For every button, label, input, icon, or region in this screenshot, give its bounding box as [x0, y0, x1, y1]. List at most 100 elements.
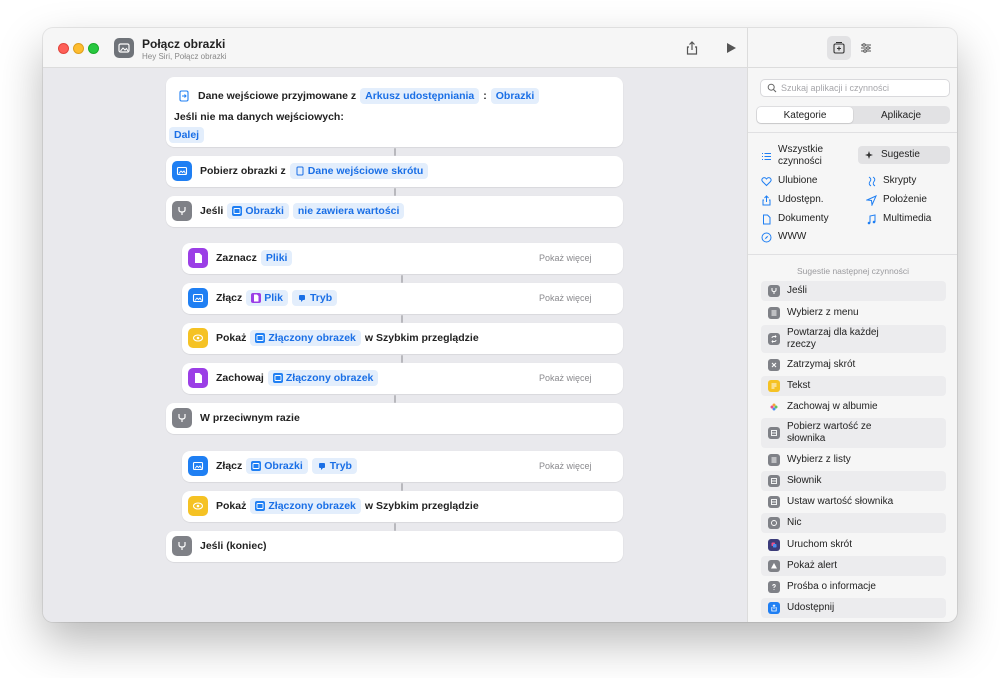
suggestion-set-dictionary-value[interactable]: Ustaw wartość słownika [761, 492, 946, 512]
action-connector [394, 148, 396, 156]
shortcut-input-action[interactable]: Dane wejściowe przyjmowane z Arkusz udos… [166, 77, 623, 147]
suggestion-label: Zachowaj w albumie [787, 401, 878, 412]
nothing-icon [768, 517, 780, 529]
suggestion-run-shortcut[interactable]: Uruchom skrót [761, 535, 946, 555]
quick-look-action[interactable]: Pokaż Złączony obrazek w Szybkim przeglą… [182, 323, 623, 354]
segment-categories[interactable]: Kategorie [757, 107, 853, 123]
suggestion-share[interactable]: Udostępnij [761, 598, 946, 618]
suggestion-ask-for-input[interactable]: Prośba o informacje [761, 577, 946, 597]
category-segmented-control[interactable]: Kategorie Aplikacje [756, 106, 950, 124]
if-condition-token[interactable]: nie zawiera wartości [292, 203, 405, 219]
compass-icon [761, 232, 772, 242]
merge-file-token[interactable]: Plik [246, 290, 288, 306]
category-label: Ulubione [778, 175, 818, 186]
details-tab[interactable] [854, 36, 878, 60]
shortcuts-icon [768, 539, 780, 551]
music-icon [867, 213, 876, 224]
suggestion-repeat-each[interactable]: Powtarzaj dla każdej rzeczy [761, 325, 946, 353]
suggestion-label: Prośba o informacje [787, 581, 876, 592]
if-images-token[interactable]: Obrazki [227, 203, 289, 219]
merge-images-action[interactable]: Złącz Plik Tryb Pokaż więcej [182, 283, 623, 314]
suggestion-dictionary[interactable]: Słownik [761, 471, 946, 491]
segment-apps[interactable]: Aplikacje [853, 107, 949, 123]
suggestion-label: Nic [787, 517, 802, 528]
select-files-action[interactable]: Zaznacz Pliki Pokaż więcej [182, 243, 623, 274]
merge-images-token[interactable]: Obrazki [246, 458, 308, 474]
category-all-actions[interactable]: Wszystkie czynności [761, 144, 848, 168]
get-images-action[interactable]: Pobierz obrazki z Dane wejściowe skrótu [166, 156, 623, 187]
document-icon [188, 368, 208, 388]
show-more-link[interactable]: Pokaż więcej [539, 293, 592, 303]
suggestion-text[interactable]: Tekst [761, 376, 946, 396]
suggestion-get-dictionary-value[interactable]: Pobierz wartość ze słownika [761, 418, 946, 448]
branch-icon [172, 201, 192, 221]
zoom-button[interactable] [88, 43, 99, 54]
suggestion-show-alert[interactable]: Pokaż alert [761, 556, 946, 576]
category-label: Udostępn. [778, 194, 824, 205]
minimize-button[interactable] [73, 43, 84, 54]
category-suggestions[interactable]: Sugestie [858, 146, 950, 164]
menu-icon [768, 307, 780, 319]
input-source-token[interactable]: Arkusz udostępniania [360, 88, 480, 104]
suggestion-choose-from-menu[interactable]: Wybierz z menu [761, 303, 946, 323]
close-button[interactable] [58, 43, 69, 54]
merge-mode-token[interactable]: Tryb [311, 458, 357, 474]
merged-image-token[interactable]: Złączony obrazek [250, 498, 361, 514]
suggestion-label: Ustaw wartość słownika [787, 496, 894, 507]
end-if-action[interactable]: Jeśli (koniec) [166, 531, 623, 562]
search-input[interactable] [781, 83, 946, 93]
window-title: Połącz obrazki [142, 37, 226, 51]
merge-mode-token[interactable]: Tryb [291, 290, 338, 306]
merged-image-token[interactable]: Złączony obrazek [250, 330, 361, 346]
if-none-action-token[interactable]: Dalej [169, 127, 205, 143]
shortcut-input-token[interactable]: Dane wejściowe skrótu [289, 163, 429, 179]
list-icon [768, 454, 780, 466]
text-icon [768, 380, 780, 392]
suggestion-choose-from-list[interactable]: Wybierz z listy [761, 450, 946, 470]
question-icon [768, 581, 780, 593]
show-more-link[interactable]: Pokaż więcej [539, 461, 592, 471]
otherwise-action[interactable]: W przeciwnym razie [166, 403, 623, 434]
sliders-icon [861, 43, 871, 53]
show-label: Pokaż [216, 332, 247, 344]
run-button[interactable] [722, 39, 740, 57]
category-documents[interactable]: Dokumenty [761, 213, 829, 225]
action-library-tab[interactable] [827, 36, 851, 60]
save-file-action[interactable]: Zachowaj Złączony obrazek Pokaż więcej [182, 363, 623, 394]
input-label: Dane wejściowe przyjmowane z [198, 90, 357, 102]
suggestion-save-to-album[interactable]: Zachowaj w albumie [761, 397, 946, 417]
shortcut-image-icon[interactable] [114, 38, 134, 58]
suggestion-if[interactable]: Jeśli [761, 281, 946, 301]
suggestion-nothing[interactable]: Nic [761, 513, 946, 533]
category-location[interactable]: Położenie [866, 194, 927, 206]
select-files-token[interactable]: Pliki [260, 250, 293, 266]
category-favorites[interactable]: Ulubione [761, 175, 817, 187]
merged-image-token[interactable]: Złączony obrazek [267, 370, 379, 386]
category-web[interactable]: WWW [761, 231, 806, 243]
if-action[interactable]: Jeśli Obrazki nie zawiera wartości [166, 196, 623, 227]
dictionary-icon [768, 475, 780, 487]
images-icon [255, 501, 266, 511]
search-field[interactable] [760, 79, 950, 97]
show-more-link[interactable]: Pokaż więcej [539, 373, 592, 383]
eye-icon [188, 496, 208, 516]
category-scripts[interactable]: Skrypty [866, 175, 916, 187]
quick-look-suffix: w Szybkim przeglądzie [364, 332, 479, 344]
otherwise-label: W przeciwnym razie [200, 412, 300, 424]
merge-images-action[interactable]: Złącz Obrazki Tryb Pokaż więcej [182, 451, 623, 482]
input-type-token[interactable]: Obrazki [490, 88, 540, 104]
parameter-icon [317, 461, 327, 471]
category-media[interactable]: Multimedia [866, 213, 931, 225]
category-sharing[interactable]: Udostępn. [761, 194, 824, 206]
suggestion-label: Zatrzymaj skrót [787, 359, 856, 370]
quick-look-action[interactable]: Pokaż Złączony obrazek w Szybkim przeglą… [182, 491, 623, 522]
action-connector [401, 315, 403, 323]
images-icon [272, 373, 283, 383]
share-icon [686, 41, 698, 55]
show-more-link[interactable]: Pokaż więcej [539, 253, 592, 263]
scripts-icon [868, 176, 876, 186]
suggestion-stop-shortcut[interactable]: Zatrzymaj skrót [761, 355, 946, 375]
merge-images-token-label: Obrazki [264, 460, 303, 472]
share-button[interactable] [683, 39, 701, 57]
play-icon [727, 43, 736, 53]
